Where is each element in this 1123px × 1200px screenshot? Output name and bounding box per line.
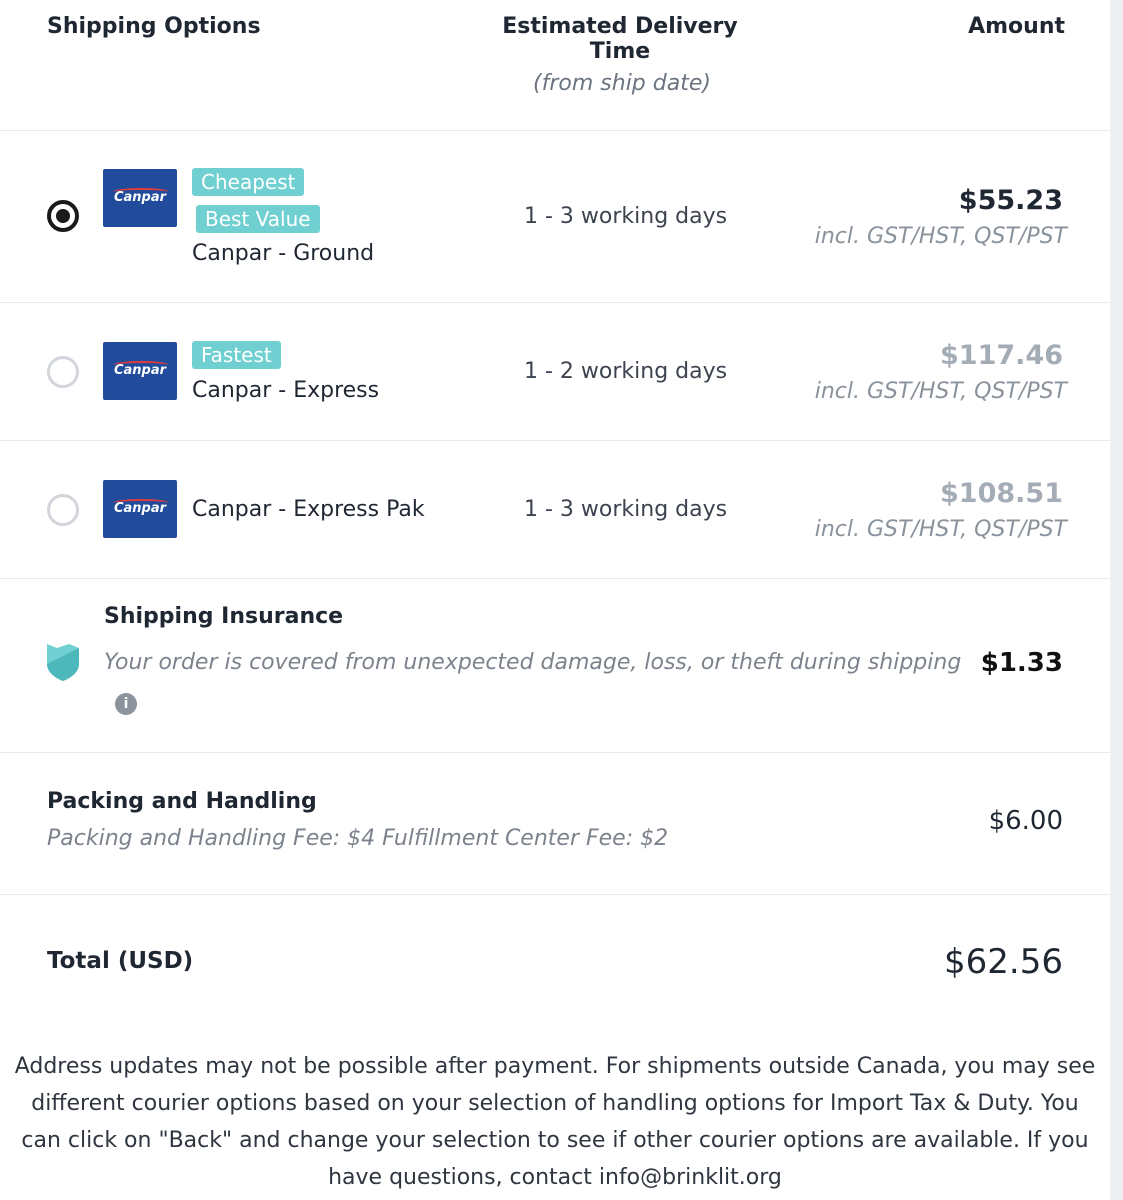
address-notice: Address updates may not be possible afte… [14, 1054, 1096, 1190]
shipping-panel: Shipping Options Estimated Delivery Time… [0, 0, 1110, 1200]
divider [0, 302, 1110, 303]
divider [0, 578, 1110, 579]
option-price: $55.23 [958, 185, 1063, 216]
divider [0, 894, 1110, 895]
delivery-time: 1 - 2 working days [524, 359, 728, 384]
option-price: $108.51 [940, 478, 1063, 509]
handling-amount: $6.00 [988, 806, 1063, 836]
insurance-description: Your order is covered from unexpected da… [104, 650, 962, 675]
canpar-logo: Canpar [103, 342, 177, 400]
divider [0, 440, 1110, 441]
tax-note: incl. GST/HST, QST/PST [814, 517, 1067, 542]
scrollbar-track[interactable] [1110, 0, 1123, 1200]
service-name: Canpar - Ground [192, 241, 375, 266]
canpar-logo-text: Canpar [113, 363, 167, 378]
canpar-logo: Canpar [103, 169, 177, 227]
info-icon[interactable]: i [115, 693, 137, 715]
handling-title: Packing and Handling [47, 789, 317, 814]
tax-note: incl. GST/HST, QST/PST [814, 224, 1067, 249]
option-price: $117.46 [940, 340, 1063, 371]
delivery-time: 1 - 3 working days [524, 204, 728, 229]
divider [0, 130, 1110, 131]
tag-best-value: Best Value [196, 205, 320, 233]
header-delivery-subtitle: (from ship date) [533, 71, 711, 96]
radio-selected-icon[interactable] [47, 200, 79, 232]
insurance-title: Shipping Insurance [104, 604, 344, 629]
canpar-logo-text: Canpar [113, 501, 167, 516]
delivery-time: 1 - 3 working days [524, 497, 728, 522]
handling-description: Packing and Handling Fee: $4 Fulfillment… [47, 826, 669, 851]
header-amount: Amount [968, 14, 1065, 39]
tag-cheapest: Cheapest [192, 168, 305, 196]
shield-icon [47, 644, 79, 681]
divider [0, 752, 1110, 753]
canpar-logo: Canpar [103, 480, 177, 538]
radio-unselected-icon[interactable] [47, 356, 79, 388]
insurance-amount: $1.33 [980, 648, 1063, 678]
tax-note: incl. GST/HST, QST/PST [814, 379, 1067, 404]
header-shipping-options: Shipping Options [47, 14, 261, 39]
total-label: Total (USD) [47, 948, 194, 974]
total-amount: $62.56 [944, 942, 1063, 982]
radio-unselected-icon[interactable] [47, 494, 79, 526]
canpar-logo-text: Canpar [113, 190, 167, 205]
service-name: Canpar - Express [192, 378, 380, 403]
tag-fastest: Fastest [192, 341, 281, 369]
header-estimated-delivery: Estimated Delivery Time [502, 14, 738, 64]
service-name: Canpar - Express Pak [192, 497, 425, 522]
